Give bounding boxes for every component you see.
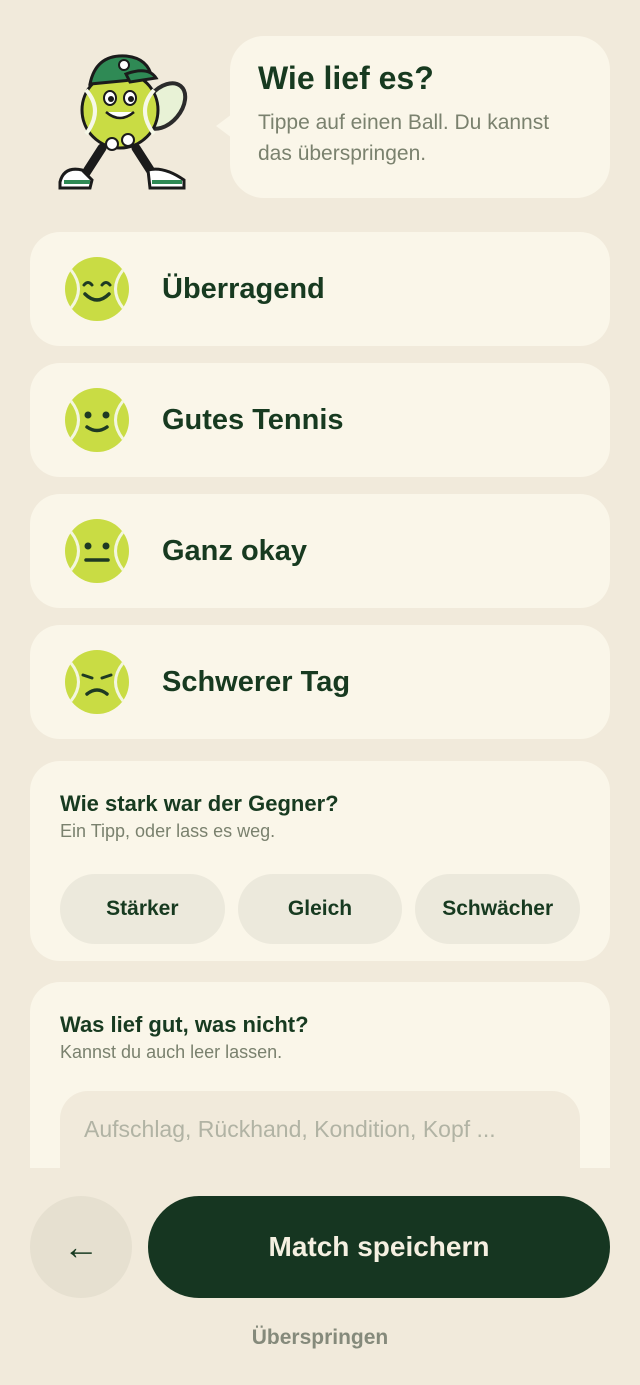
instruction-bubble: Wie lief es? Tippe auf einen Ball. Du ka… (216, 36, 610, 198)
opponent-strength-card: Wie stark war der Gegner? Ein Tipp, oder… (30, 761, 610, 961)
tennis-ball-mascot-icon (58, 54, 188, 190)
rating-label: Schwerer Tag (162, 665, 351, 698)
ball-neutral-icon (65, 519, 129, 583)
save-match-button[interactable]: Match speichern (148, 1196, 610, 1298)
rating-option-good[interactable]: Gutes Tennis (30, 363, 610, 477)
ball-big-smile-icon (65, 257, 129, 321)
ball-sad-icon (65, 650, 129, 714)
rating-option-okay[interactable]: Ganz okay (30, 494, 610, 608)
arrow-left-icon: ← (63, 1226, 99, 1267)
opponent-strength-subtitle: Ein Tipp, oder lass es weg. (60, 821, 276, 841)
back-button[interactable]: ← (30, 1196, 132, 1298)
rating-label: Ganz okay (162, 534, 308, 567)
rating-option-excellent[interactable]: Überragend (30, 232, 610, 346)
page-subtitle: Tippe auf einen Ball. Du kannst das über… (258, 111, 550, 165)
notes-subtitle: Kannst du auch leer lassen. (60, 1042, 283, 1062)
notes-input[interactable] (82, 1115, 562, 1144)
opponent-strength-options: Stärker Gleich Schwächer (60, 874, 581, 944)
page-title: Wie lief es? (258, 60, 434, 96)
option-stronger-button[interactable]: Stärker (60, 874, 225, 944)
notes-title: Was lief gut, was nicht? (60, 1012, 309, 1037)
rating-label: Überragend (162, 272, 325, 305)
option-equal-button[interactable]: Gleich (237, 874, 403, 944)
ball-smile-icon (65, 388, 129, 452)
rating-label: Gutes Tennis (162, 403, 344, 436)
skip-link[interactable]: Überspringen (0, 1326, 640, 1350)
opponent-strength-title: Wie stark war der Gegner? (60, 791, 339, 816)
rating-option-tough-day[interactable]: Schwerer Tag (30, 625, 610, 739)
option-weaker-button[interactable]: Schwächer (415, 874, 581, 944)
